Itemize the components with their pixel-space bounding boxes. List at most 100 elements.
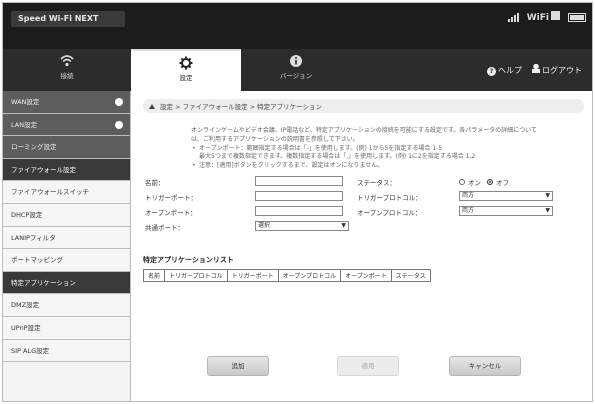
column-header-status: ステータス [390, 268, 431, 282]
sidebar-item-label: SIP ALG設定 [11, 346, 50, 355]
wifi-icon [551, 11, 560, 20]
description-note-port-range: オープンポート：範囲指定する場合は「-」を使用します。(例) 1から5を指定する… [191, 145, 541, 154]
sidebar-item-label: DMZ設定 [11, 301, 40, 310]
table-header-row: 名前 トリガープロトコル トリガーポート オープンプロトコル オープンポート ス… [142, 268, 431, 282]
signal-strength-icon [507, 12, 519, 22]
sidebar-item-dmz[interactable]: DMZ設定 [3, 294, 130, 317]
special-app-form: 名前： ステータス： オン オフ トリガーポート： トリガープロトコル： 両方 ▼… [143, 175, 584, 249]
battery-icon [568, 12, 586, 22]
sidebar-item-special-application[interactable]: 特定アプリケーション [3, 271, 130, 295]
user-icon [532, 64, 540, 73]
add-button[interactable]: 追加 [207, 356, 269, 376]
chevron-down-icon: ▼ [341, 221, 346, 229]
sidebar-item-dhcp[interactable]: DHCP設定 [3, 203, 130, 227]
breadcrumb-triangle-icon [149, 103, 155, 109]
settings-sidebar: WAN設定 LAN設定 ローミング設定 ファイアウォール設定 ファイアウォールス… [3, 91, 131, 401]
breadcrumb: 設定 > ファイアウォール設定 > 特定アプリケーション [143, 99, 584, 113]
chevron-down-icon: ▼ [545, 191, 550, 199]
tab-connection[interactable]: 接続 [3, 49, 131, 91]
name-label: 名前： [145, 178, 165, 187]
trigger-protocol-label: トリガープロトコル： [357, 193, 422, 202]
special-app-list-title: 特定アプリケーションリスト [143, 255, 234, 264]
sidebar-item-upnp[interactable]: UPnP設定 [3, 316, 130, 340]
trigger-protocol-select[interactable]: 両方 ▼ [459, 190, 553, 201]
common-port-value: 選択 [258, 221, 271, 229]
sidebar-item-label: 特定アプリケーション [11, 278, 76, 287]
sidebar-item-sip-alg[interactable]: SIP ALG設定 [3, 339, 130, 363]
top-status-bar: Speed Wi-Fi NEXT WiFi [3, 3, 592, 49]
main-content: 設定 > ファイアウォール設定 > 特定アプリケーション オンラインゲームやビデ… [131, 91, 592, 401]
sidebar-item-label: ファイアウォールスイッチ [11, 188, 89, 197]
logout-link[interactable]: ログアウト [532, 64, 582, 76]
status-off-label: オフ [496, 178, 509, 187]
open-protocol-label: オープンプロトコル： [357, 208, 422, 217]
status-on-radio[interactable] [459, 178, 465, 185]
tab-version-label: バージョン [279, 72, 313, 80]
gear-icon [179, 56, 193, 70]
sidebar-item-label: LAN設定 [11, 120, 38, 129]
column-header-trigger-protocol: トリガープロトコル [164, 268, 228, 282]
tab-settings-label: 設定 [179, 74, 193, 82]
column-header-trigger-port: トリガーポート [226, 268, 279, 282]
open-protocol-value: 両方 [462, 206, 475, 214]
column-header-open-port: オープンポート [340, 268, 392, 282]
sidebar-item-label: LANIPフィルタ [11, 233, 56, 242]
wifi-label: WiFi [526, 13, 549, 23]
sidebar-item-roaming[interactable]: ローミング設定 [3, 136, 130, 159]
sidebar-item-label: ポートマッピング [11, 256, 63, 265]
sidebar-item-label: DHCP設定 [11, 210, 43, 219]
tab-version[interactable]: バージョン [241, 49, 351, 91]
help-label: ヘルプ [498, 65, 522, 75]
info-icon [289, 54, 303, 68]
sidebar-item-wan[interactable]: WAN設定 [3, 91, 130, 114]
description-note-multiple: 最大5つまで複数指定できます。複数指定する場合は「,」を使用します。(例) 1に… [199, 153, 476, 161]
description-note-apply: 注意：[適用]ボタンをクリックするまで、設定はオンになりません。 [191, 162, 541, 171]
logout-label: ログアウト [542, 66, 582, 75]
help-icon: ? [487, 66, 496, 76]
device-status: WiFi [507, 11, 586, 23]
sidebar-item-label: ローミング設定 [11, 143, 57, 152]
open-port-label: オープンポート： [145, 208, 197, 217]
tab-settings[interactable]: 設定 [131, 49, 241, 91]
special-app-table: 名前 トリガープロトコル トリガーポート オープンプロトコル オープンポート ス… [142, 268, 431, 282]
status-off-radio[interactable] [487, 178, 493, 185]
page-description: オンラインゲームやビデオ会議、IP電話など、特定アプリケーションの接続を可能にす… [191, 127, 541, 171]
sidebar-item-lan[interactable]: LAN設定 [3, 113, 130, 137]
sidebar-item-label: UPnP設定 [11, 323, 41, 332]
tab-connection-label: 接続 [60, 72, 74, 80]
sidebar-item-label: WAN設定 [11, 98, 40, 106]
open-port-input[interactable] [255, 205, 343, 216]
sidebar-item-firewall-switch[interactable]: ファイアウォールスイッチ [3, 181, 130, 204]
status-label: ステータス： [357, 178, 396, 187]
trigger-port-input[interactable] [255, 190, 343, 201]
breadcrumb-text: 設定 > ファイアウォール設定 > 特定アプリケーション [160, 103, 323, 111]
trigger-protocol-value: 両方 [462, 191, 475, 199]
help-link[interactable]: ? ヘルプ [487, 65, 522, 76]
column-header-open-protocol: オープンプロトコル [277, 268, 342, 282]
cancel-button[interactable]: キャンセル [449, 356, 521, 376]
status-on-label: オン [468, 178, 481, 187]
user-actions: ? ヘルプ ログアウト [487, 64, 582, 76]
main-nav: 接続 設定 バージョン ? ヘルプ ログアウト [3, 49, 592, 91]
browser-frame: Speed Wi-Fi NEXT WiFi 接続 設定 バージョン ? ヘルプ … [2, 2, 593, 402]
column-header-name: 名前 [142, 268, 166, 282]
form-actions: 追加 適用 キャンセル [195, 356, 555, 376]
common-port-label: 共通ポート： [145, 223, 184, 232]
status-radio-group: オン オフ [459, 177, 509, 187]
sidebar-item-lan-ip-filter[interactable]: LANIPフィルタ [3, 226, 130, 250]
brand-logo: Speed Wi-Fi NEXT [11, 11, 125, 27]
open-protocol-select[interactable]: 両方 ▼ [459, 205, 553, 216]
wifi-signal-icon [60, 54, 74, 68]
common-port-select[interactable]: 選択 ▼ [255, 220, 349, 231]
expand-icon [115, 120, 123, 129]
sidebar-item-port-mapping[interactable]: ポートマッピング [3, 249, 130, 272]
trigger-port-label: トリガーポート： [145, 193, 197, 202]
sidebar-item-firewall[interactable]: ファイアウォール設定 [3, 158, 130, 182]
apply-button[interactable]: 適用 [337, 356, 399, 376]
name-input[interactable] [255, 175, 343, 186]
wifi-status: WiFi [527, 11, 560, 23]
sidebar-item-label: ファイアウォール設定 [11, 165, 76, 174]
expand-icon [115, 98, 123, 106]
chevron-down-icon: ▼ [545, 206, 550, 214]
description-intro: オンラインゲームやビデオ会議、IP電話など、特定アプリケーションの接続を可能にす… [191, 127, 537, 143]
